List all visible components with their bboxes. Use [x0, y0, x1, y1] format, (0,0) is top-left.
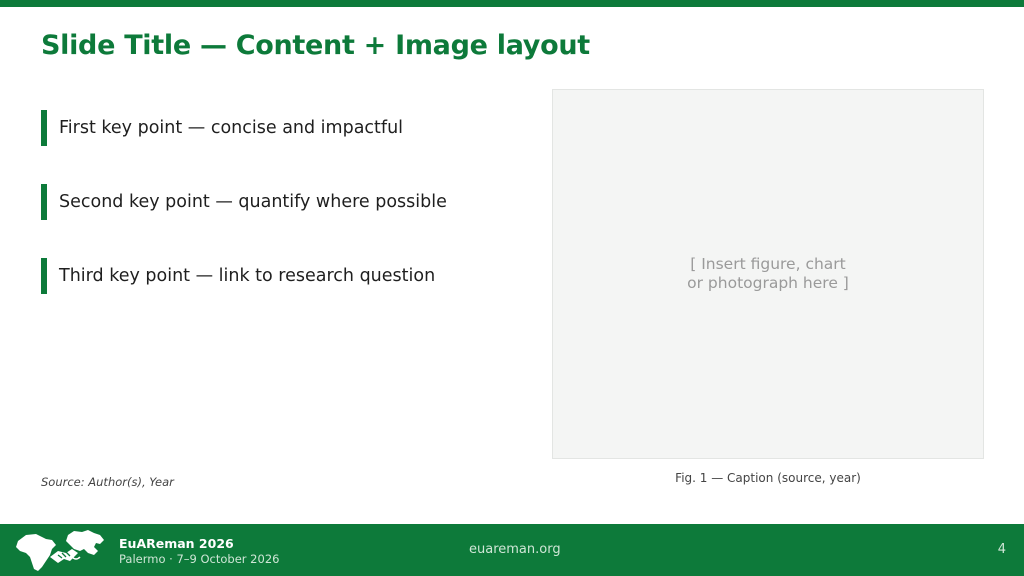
image-placeholder-line: or photograph here ]: [687, 274, 849, 292]
event-details: Palermo · 7–9 October 2026: [119, 552, 280, 566]
figure-caption: Fig. 1 — Caption (source, year): [675, 471, 861, 485]
top-accent-bar: [0, 0, 1024, 7]
source-note: Source: Author(s), Year: [41, 475, 174, 489]
bullet-text: Second key point — quantify where possib…: [59, 192, 447, 212]
bullet-accent-bar: [41, 184, 47, 220]
brand-name: EuAReman 2026: [119, 536, 234, 551]
website-link[interactable]: euareman.org: [469, 542, 561, 557]
image-placeholder-text: [ Insert figure, chart or photograph her…: [687, 255, 849, 293]
footer-bar: EuAReman 2026 Palermo · 7–9 October 2026…: [0, 524, 1024, 576]
africa-europe-handshake-logo-icon: [16, 530, 104, 571]
page-number: 4: [997, 542, 1006, 557]
bullet-text: Third key point — link to research quest…: [59, 266, 436, 286]
bullet-text: First key point — concise and impactful: [59, 118, 404, 138]
image-placeholder[interactable]: [ Insert figure, chart or photograph her…: [552, 89, 984, 459]
bullet-accent-bar: [41, 258, 47, 294]
slide-title: Slide Title — Content + Image layout: [41, 30, 590, 61]
image-placeholder-line: [ Insert figure, chart: [690, 255, 846, 273]
bullet-accent-bar: [41, 110, 47, 146]
